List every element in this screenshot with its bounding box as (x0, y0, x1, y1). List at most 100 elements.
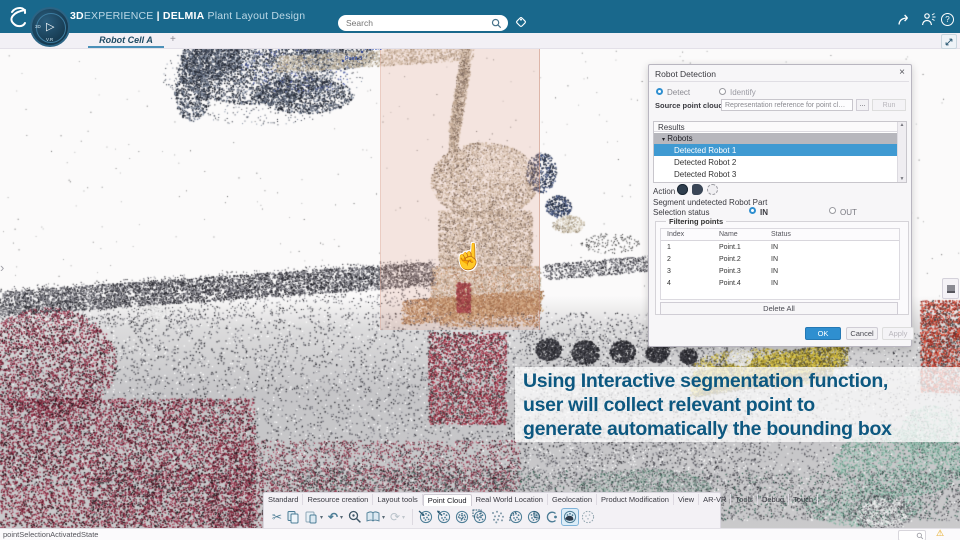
warning-icon[interactable]: ⚠ (936, 528, 944, 539)
ribbon-tab-debug[interactable]: Debug (758, 494, 789, 505)
results-scrollbar[interactable]: ▲ ▼ (897, 122, 906, 182)
left-panel-expander-icon[interactable]: › (0, 260, 4, 275)
undo-icon[interactable]: ↶ (326, 510, 340, 524)
tab-robot-cell-a[interactable]: Robot Cell A (88, 33, 164, 48)
ribbon-tab-ar-vr[interactable]: AR-VR (699, 494, 731, 505)
ribbon-tab-standard[interactable]: Standard (264, 494, 303, 505)
cell[interactable]: Point.3 (719, 268, 741, 275)
right-panel-handle[interactable] (942, 278, 959, 299)
help-icon[interactable]: ? (941, 13, 954, 26)
source-point-cloud-field[interactable]: Representation reference for point cloud… (721, 99, 853, 111)
selection-in-label[interactable]: IN (760, 208, 768, 217)
selection-in-radio[interactable] (749, 207, 756, 214)
browse-button[interactable]: ... (856, 99, 869, 111)
cell[interactable]: 3 (667, 268, 671, 275)
toolbar: ✂ ▾ ↶ ▾ ▾ ⟳ ▾ (264, 506, 720, 528)
action-segment-icon[interactable] (692, 184, 703, 195)
detect-label[interactable]: Detect (667, 88, 690, 97)
refresh-dropdown-icon[interactable]: ▾ (402, 514, 408, 521)
ribbon-tab-touch[interactable]: Touch (789, 494, 818, 505)
selection-out-label[interactable]: OUT (840, 208, 857, 217)
free-segmentation-icon[interactable] (544, 509, 560, 525)
col-index: Index (667, 231, 684, 238)
tag-icon[interactable] (513, 14, 529, 30)
segmentation-bounding-box (380, 48, 540, 330)
application-window: Point.1 Point.3 ☝ › Using Interactive se… (0, 0, 960, 540)
ribbon-tab-geolocation[interactable]: Geolocation (548, 494, 597, 505)
export-point-cloud-icon[interactable] (436, 509, 452, 525)
action-keep-icon[interactable] (677, 184, 688, 195)
ribbon-tab-point-cloud[interactable]: Point Cloud (423, 494, 472, 506)
dialog-title: Robot Detection (655, 69, 716, 79)
ribbon-tab-layout-tools[interactable]: Layout tools (373, 494, 422, 505)
search-icon[interactable] (491, 18, 502, 29)
results-panel: Results ▾ Robots Detected Robot 1 Detect… (653, 121, 907, 183)
decimate-point-cloud-icon[interactable] (454, 509, 470, 525)
status-search-icon (916, 532, 924, 540)
result-item[interactable]: Detected Robot 1 (654, 144, 899, 156)
delete-all-button[interactable]: Delete All (660, 302, 898, 315)
ok-button[interactable]: OK (805, 327, 841, 340)
user-icon[interactable] (920, 12, 936, 27)
scroll-up-icon[interactable]: ▲ (898, 122, 906, 128)
box-segmentation-icon[interactable] (472, 509, 488, 525)
identify-label[interactable]: Identify (730, 88, 756, 97)
cell[interactable]: IN (771, 280, 778, 287)
result-item[interactable]: Detected Robot 3 (654, 168, 899, 180)
status-search-field[interactable] (898, 530, 926, 540)
spray-points-icon[interactable] (490, 509, 506, 525)
identify-radio[interactable] (719, 88, 726, 95)
lasso-segmentation-icon[interactable] (508, 509, 524, 525)
cell[interactable]: IN (771, 244, 778, 251)
paste-icon[interactable] (303, 509, 319, 525)
3d-compass[interactable]: 3D V.R ▷ (30, 7, 70, 47)
detect-radio[interactable] (656, 88, 663, 95)
selection-out-radio[interactable] (829, 207, 836, 214)
cell[interactable]: IN (771, 256, 778, 263)
robot-detection-dialog: Robot Detection × Detect Identify Source… (648, 64, 912, 347)
action-clear-icon[interactable] (707, 184, 718, 195)
cursor-hand-icon: ☝ (453, 243, 484, 272)
result-item[interactable]: Detected Robot 2 (654, 156, 899, 168)
apply-button[interactable]: Apply (882, 327, 914, 340)
cell[interactable]: 1 (667, 244, 671, 251)
cell[interactable]: Point.1 (719, 244, 741, 251)
undo-dropdown-icon[interactable]: ▾ (340, 514, 346, 521)
scroll-down-icon[interactable]: ▼ (898, 176, 906, 182)
ribbon-tab-tools[interactable]: Tools (731, 494, 758, 505)
col-status: Status (771, 231, 791, 238)
zoom-icon[interactable] (347, 509, 363, 525)
app-title: 3DEXPERIENCE | DELMIA Plant Layout Desig… (70, 10, 305, 22)
sphere-partition-icon[interactable] (526, 509, 542, 525)
search-input[interactable] (344, 17, 491, 29)
cell[interactable]: 4 (667, 280, 671, 287)
share-icon[interactable] (897, 13, 912, 26)
cell[interactable]: Point.4 (719, 280, 741, 287)
cell[interactable]: 2 (667, 256, 671, 263)
interactive-segmentation-icon[interactable] (562, 509, 578, 525)
run-button[interactable]: Run (872, 99, 906, 111)
expand-window-icon[interactable] (941, 34, 957, 49)
results-group-robots[interactable]: ▾ Robots (654, 133, 899, 144)
cell[interactable]: IN (771, 268, 778, 275)
copy-icon[interactable] (285, 509, 301, 525)
ribbon-tab-product-modification[interactable]: Product Modification (597, 494, 674, 505)
selection-status-label: Selection status (653, 208, 709, 217)
ribbon-tab-view[interactable]: View (674, 494, 699, 505)
point-label: Point.3 (345, 56, 362, 62)
point-cloud-icon[interactable] (580, 509, 596, 525)
ribbon-tab-resource-creation[interactable]: Resource creation (303, 494, 373, 505)
ribbon-tab-real-world-location[interactable]: Real World Location (472, 494, 548, 505)
cell[interactable]: Point.2 (719, 256, 741, 263)
filtering-points-legend: Filtering points (666, 217, 726, 226)
close-icon[interactable]: × (899, 67, 905, 78)
toolbar-separator (412, 509, 413, 525)
add-tab-icon[interactable]: + (170, 34, 176, 45)
catalog-icon[interactable] (365, 509, 381, 525)
import-point-cloud-icon[interactable] (418, 509, 434, 525)
search-bar[interactable] (338, 15, 508, 31)
compass-play-icon[interactable]: ▷ (46, 20, 54, 33)
refresh-icon[interactable]: ⟳ (388, 510, 402, 524)
cancel-button[interactable]: Cancel (846, 327, 878, 340)
cut-icon[interactable]: ✂ (270, 510, 284, 524)
